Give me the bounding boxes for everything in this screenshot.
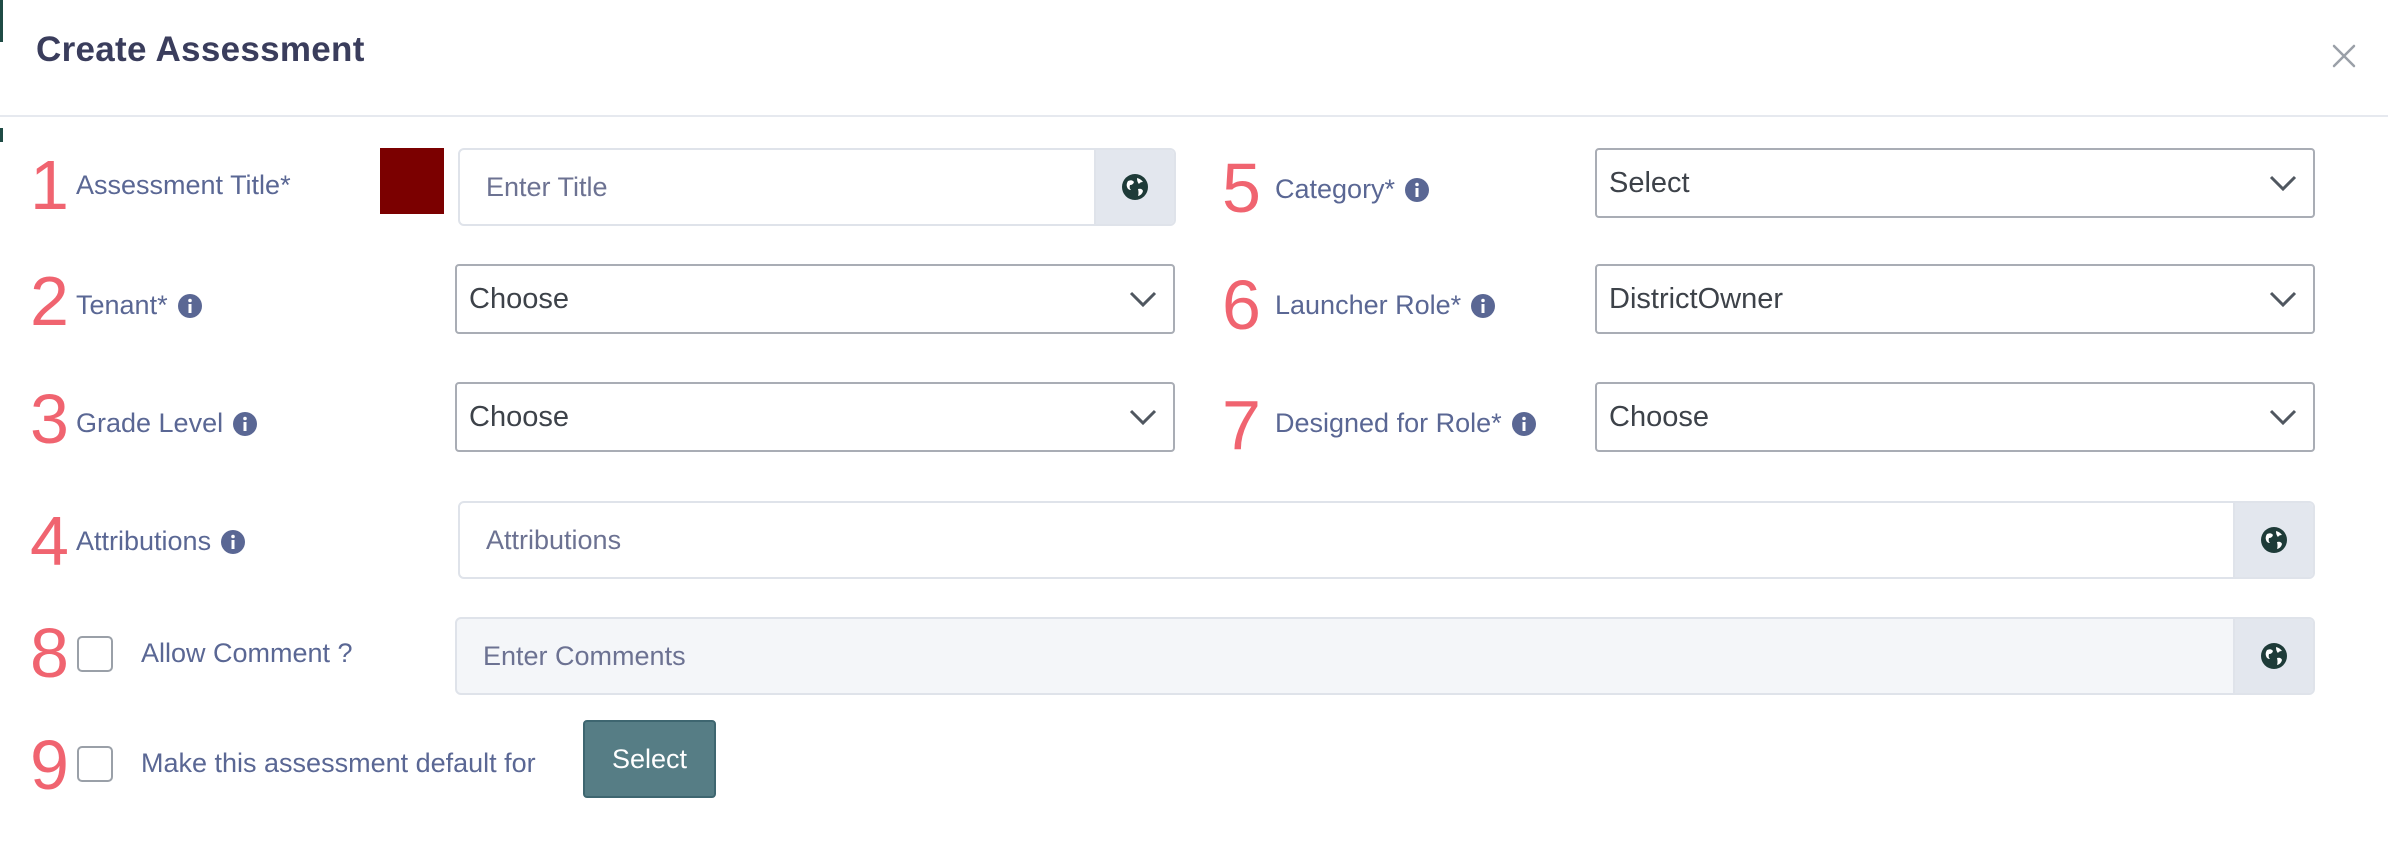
- globe-icon: [2261, 527, 2287, 553]
- default-assessment-checkbox[interactable]: [77, 746, 113, 782]
- designed-for-role-select[interactable]: Choose: [1595, 382, 2315, 452]
- designed-for-role-select-value: Choose: [1609, 400, 1709, 433]
- tenant-label: Tenant*: [76, 290, 202, 321]
- modal-header: Create Assessment: [0, 0, 2388, 117]
- step-number-9: 9: [30, 726, 69, 804]
- chevron-down-icon: [1113, 290, 1173, 308]
- comments-group: [455, 617, 2315, 695]
- background-edge: [0, 128, 3, 142]
- step-number-2: 2: [30, 262, 69, 340]
- translate-button[interactable]: [2233, 503, 2313, 577]
- step-number-8: 8: [30, 614, 69, 692]
- info-icon: [1511, 411, 1536, 436]
- launcher-role-select-value: DistrictOwner: [1609, 282, 1784, 315]
- step-number-1: 1: [30, 146, 69, 224]
- grade-level-select-value: Choose: [469, 400, 569, 433]
- grade-level-select[interactable]: Choose: [455, 382, 1175, 452]
- info-icon: [221, 529, 246, 554]
- tenant-select[interactable]: Choose: [455, 264, 1175, 334]
- category-select-value: Select: [1609, 166, 1690, 199]
- chevron-down-icon: [1113, 408, 1173, 426]
- chevron-down-icon: [2253, 408, 2313, 426]
- assessment-title-group: [458, 148, 1176, 226]
- info-icon: [233, 411, 258, 436]
- step-number-3: 3: [30, 380, 69, 458]
- chevron-down-icon: [2253, 290, 2313, 308]
- close-icon: [2332, 44, 2356, 68]
- launcher-role-select[interactable]: DistrictOwner: [1595, 264, 2315, 334]
- comments-input[interactable]: [457, 619, 2233, 693]
- attributions-group: [458, 501, 2315, 579]
- allow-comment-checkbox[interactable]: [77, 636, 113, 672]
- info-icon: [1471, 293, 1496, 318]
- select-default-button[interactable]: Select: [583, 720, 716, 798]
- modal-title: Create Assessment: [36, 30, 365, 69]
- grade-level-label: Grade Level: [76, 408, 258, 439]
- launcher-role-label: Launcher Role*: [1275, 290, 1496, 321]
- category-label: Category*: [1275, 174, 1430, 205]
- assessment-title-label: Assessment Title*: [76, 170, 291, 200]
- step-number-4: 4: [30, 502, 69, 580]
- step-number-6: 6: [1222, 266, 1261, 344]
- info-icon: [1405, 177, 1430, 202]
- designed-for-role-label: Designed for Role*: [1275, 408, 1536, 439]
- info-icon: [177, 293, 202, 318]
- close-button[interactable]: [2326, 38, 2362, 74]
- step-number-7: 7: [1222, 386, 1261, 464]
- allow-comment-label: Allow Comment ?: [141, 638, 353, 668]
- chevron-down-icon: [2253, 174, 2313, 192]
- translate-button[interactable]: [1094, 150, 1174, 224]
- color-swatch[interactable]: [380, 148, 444, 214]
- step-number-5: 5: [1222, 149, 1261, 227]
- category-select[interactable]: Select: [1595, 148, 2315, 218]
- assessment-title-input[interactable]: [460, 150, 1094, 224]
- tenant-select-value: Choose: [469, 282, 569, 315]
- globe-icon: [1122, 174, 1148, 200]
- globe-icon: [2261, 643, 2287, 669]
- attributions-label: Attributions: [76, 526, 246, 557]
- translate-button[interactable]: [2233, 619, 2313, 693]
- default-assessment-label: Make this assessment default for: [141, 748, 536, 778]
- attributions-input[interactable]: [460, 503, 2233, 577]
